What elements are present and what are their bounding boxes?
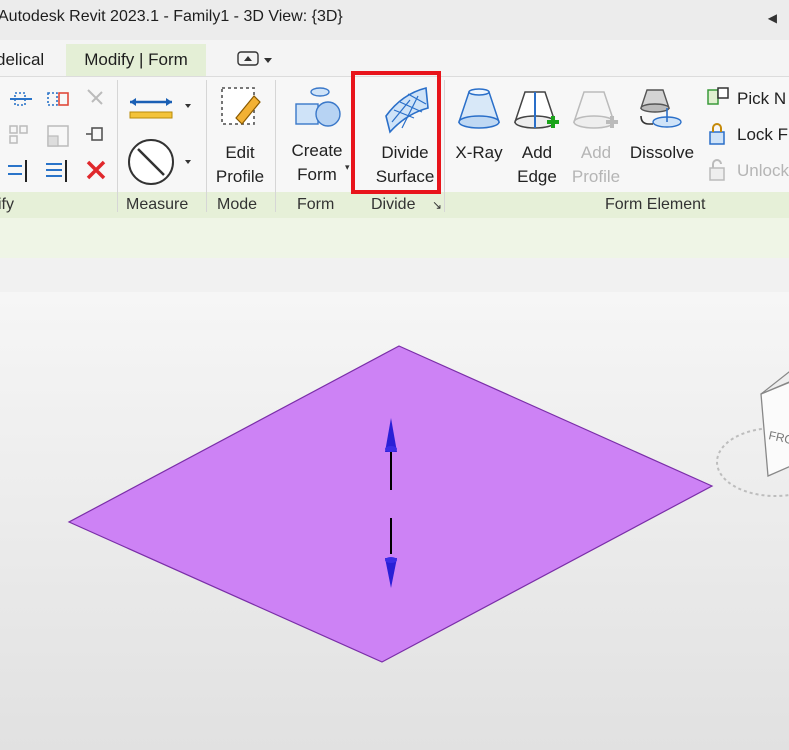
lock-profiles-icon — [709, 123, 725, 145]
dissolve-icon[interactable] — [637, 86, 685, 132]
panel-separator — [206, 80, 207, 212]
split-icon — [8, 160, 27, 182]
pick-label-overflow: N — [773, 89, 787, 108]
pick-label: Pick — [737, 89, 770, 108]
window-title: Autodesk Revit 2023.1 - Family1 - 3D Vie… — [0, 8, 343, 25]
modify-tools-icons[interactable] — [8, 88, 108, 188]
add-profile-label-line1: Add — [580, 143, 612, 162]
viewport-canvas: FRO — [67, 345, 789, 663]
add-edge-label-line1: Add — [521, 143, 553, 162]
add-edge-icon[interactable] — [513, 86, 561, 132]
create-form-dropdown-icon[interactable]: ▾ — [345, 162, 350, 173]
add-profile-label-line2: Profile — [571, 167, 621, 186]
title-scroll-left-icon[interactable]: ◀ — [768, 11, 777, 25]
viewcube-icon[interactable]: FRO — [716, 371, 789, 497]
edit-profile-label-line1: Edit — [225, 143, 255, 162]
lock-label-overflow: F — [777, 125, 789, 144]
lock-profiles-button[interactable]: Lock F — [737, 125, 788, 145]
trim-icon — [46, 160, 67, 182]
create-form-button[interactable]: Create Form — [287, 139, 347, 187]
create-form-label-line2: Form — [297, 165, 337, 184]
pin-icon — [86, 127, 103, 141]
xray-icon[interactable] — [455, 86, 503, 132]
add-edge-button[interactable]: Add Edge — [512, 141, 562, 189]
minimize-ribbon-icon — [237, 51, 272, 66]
panel-label-modify[interactable]: ify — [0, 196, 14, 214]
panel-label-mode[interactable]: Mode — [217, 196, 257, 214]
edit-profile-icon[interactable] — [218, 84, 262, 132]
panel-label-measure[interactable]: Measure — [126, 196, 188, 214]
dimension-icon — [128, 139, 191, 185]
create-form-icon[interactable] — [294, 84, 344, 132]
xray-button[interactable]: X-Ray — [452, 141, 506, 165]
tab-massing[interactable]: delical — [0, 44, 44, 76]
edit-profile-label-line2: Profile — [215, 167, 265, 186]
panel-label-form-element[interactable]: Form Element — [605, 196, 705, 214]
align-icon — [10, 92, 32, 106]
pick-new-host-button[interactable]: Pick N — [737, 89, 786, 109]
panel-label-form[interactable]: Form — [297, 196, 334, 214]
measure-tools[interactable] — [126, 92, 196, 192]
pick-new-host-icon — [707, 87, 729, 105]
lock-label: Lock — [737, 125, 773, 144]
panel-separator — [275, 80, 276, 212]
dissolve-button[interactable]: Dissolve — [627, 141, 697, 165]
tab-modify-form[interactable]: Modify | Form — [66, 44, 206, 76]
edit-profile-button[interactable]: Edit Profile — [212, 141, 268, 189]
unlock-profile-button[interactable]: Unlock — [737, 161, 789, 181]
panel-separator — [117, 80, 118, 212]
array-disabled-icon — [9, 125, 28, 144]
divide-settings-launcher-icon[interactable]: ↘ — [432, 198, 442, 212]
delete-icon — [86, 160, 106, 180]
offset-icon — [47, 92, 69, 106]
scale-disabled-icon — [47, 125, 69, 147]
ribbon-minimize-toggle[interactable] — [237, 50, 273, 68]
panel-separator — [444, 80, 445, 212]
view-tab-strip — [0, 258, 789, 292]
panel-label-divide[interactable]: Divide — [371, 196, 415, 214]
reference-plane-surface[interactable] — [67, 345, 714, 663]
form-element-small-icons — [707, 87, 729, 181]
unpin-disabled-icon — [87, 89, 103, 105]
measure-between-points-icon — [129, 98, 191, 119]
unlock-profile-icon — [709, 159, 725, 181]
create-form-label-line1: Create — [291, 141, 343, 160]
add-edge-label-line2: Edge — [517, 167, 557, 186]
add-profile-icon[interactable] — [572, 86, 620, 132]
divide-surface-highlight-box — [351, 71, 441, 194]
add-profile-button[interactable]: Add Profile — [567, 141, 625, 189]
options-bar — [0, 218, 789, 258]
